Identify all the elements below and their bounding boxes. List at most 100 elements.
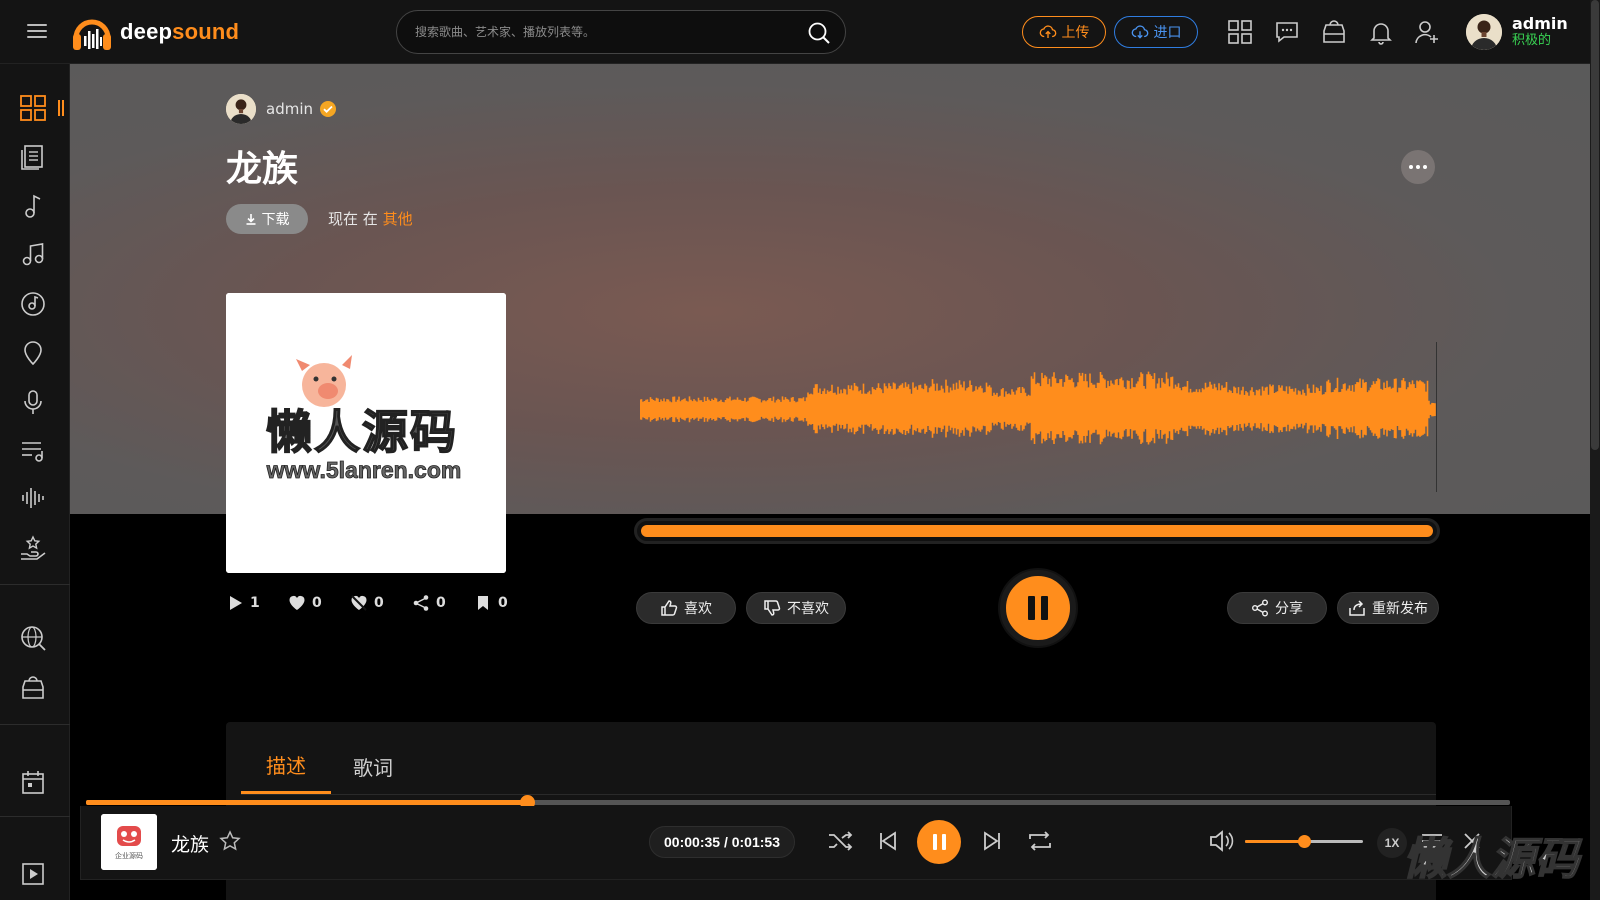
download-label: 下载 [261,212,290,228]
upload-label: 上传 [1061,25,1090,41]
dislike-label: 不喜欢 [787,601,829,617]
logo-word-sound: sound [172,19,240,44]
thumbs-up-icon [661,600,678,616]
volume-handle[interactable] [1298,835,1311,848]
page-title: 龙族 [226,149,299,190]
user-avatar [1466,14,1502,50]
share-label: 分享 [1275,601,1303,617]
sidebar-video-play-icon[interactable] [19,860,47,888]
scrollbar-thumb[interactable] [1591,0,1599,450]
logo[interactable]: deepsound [70,10,239,54]
grid-apps-icon[interactable] [1226,18,1254,46]
headphones-logo-icon [73,19,111,50]
repost-button[interactable]: 重新发布 [1337,592,1439,624]
likes-count: 0 [288,594,350,612]
play-count-icon [230,596,242,610]
category-link[interactable]: 其他 [383,210,413,228]
repeat-icon[interactable] [1025,826,1055,856]
sidebar-divider [0,584,70,585]
sidebar-music-note-icon[interactable] [19,192,47,220]
repost-icon [1349,600,1365,616]
user-status: 积极的 [1512,32,1552,48]
sidebar-microphone-icon[interactable] [19,388,47,416]
saves-value: 0 [498,595,508,611]
page-scrollbar[interactable] [1590,0,1600,900]
sidebar-album-icon[interactable] [19,290,47,318]
bell-icon[interactable] [1367,18,1395,46]
previous-track-icon[interactable] [873,826,903,856]
player-thumbnail-text: 企业源码 [115,851,143,860]
import-button[interactable]: 进口 [1114,16,1198,48]
tabs-divider [241,794,1436,795]
dislikes-value: 0 [374,595,384,611]
logo-word-deep: deep [120,19,173,44]
star-favorite-icon[interactable] [219,830,241,852]
share-icon [1252,599,1268,617]
share-button[interactable]: 分享 [1227,592,1327,624]
sidebar-divider [0,724,70,725]
volume-fill [1245,840,1304,843]
plays-count: 1 [226,594,288,612]
track-owner[interactable]: admin [226,94,337,124]
cloud-upload-icon [1039,25,1056,38]
user-name: admin [1512,14,1568,34]
saves-count: 0 [474,594,536,612]
heart-icon [289,595,305,610]
sidebar-discover-globe-icon[interactable] [19,624,47,652]
sidebar-library-icon[interactable] [19,142,47,170]
sidebar [0,64,70,900]
sidebar-location-pin-icon[interactable] [19,338,47,366]
player-time: 00:00:35 / 0:01:53 [649,826,795,858]
sidebar-music-notes-icon[interactable] [19,240,47,268]
sidebar-dashboard-icon[interactable] [19,94,47,122]
top-bar: deepsound 上传 进口 admin 积极的 [0,0,1590,64]
player-track-title: 龙族 [171,834,210,856]
track-progress-bar[interactable] [634,518,1440,544]
store-bag-icon[interactable] [1320,18,1348,46]
shares-count: 0 [412,594,474,612]
volume-icon[interactable] [1207,826,1237,856]
sidebar-store-bag-icon[interactable] [19,674,47,702]
player-thumbnail[interactable]: 企业源码 [101,814,157,870]
likes-value: 0 [312,595,322,611]
sidebar-waveform-icon[interactable] [19,484,47,512]
tab-lyrics[interactable]: 歌词 [338,738,408,794]
chat-icon[interactable] [1273,18,1301,46]
app-root: deepsound 上传 进口 admin 积极的 [0,0,1600,900]
hamburger-menu-icon[interactable] [22,20,52,44]
download-icon [246,214,255,225]
player-seek-fill [86,800,527,805]
logo-text: deepsound [120,19,239,45]
search-input[interactable] [415,11,795,53]
now-in-category: 现在 在 其他 [328,208,413,229]
sidebar-featured-hand-icon[interactable] [19,534,47,562]
dislike-button[interactable]: 不喜欢 [746,592,846,624]
main-pause-button[interactable] [1000,570,1076,646]
user-menu[interactable]: admin 积极的 [1466,12,1586,52]
search-box [396,10,846,54]
bottom-player: 企业源码 龙族 00:00:35 / 0:01:53 1X [80,806,1512,880]
track-cover-image: 懒人源码 www.5lanren.com [226,293,506,573]
broken-heart-icon [351,595,367,611]
download-button[interactable]: 下载 [226,204,308,234]
player-seek-bar[interactable] [86,795,1510,810]
player-pause-button[interactable] [917,820,961,864]
now-in-prefix: 现在 在 [328,210,378,228]
shuffle-icon[interactable] [825,826,855,856]
tab-description[interactable]: 描述 [241,738,331,794]
sidebar-calendar-icon[interactable] [19,768,47,796]
add-user-icon[interactable] [1413,18,1441,46]
bookmark-icon [478,596,488,610]
cloud-download-icon [1131,25,1148,39]
sidebar-playlist-icon[interactable] [19,436,47,464]
verified-badge-icon [320,101,336,117]
shares-value: 0 [436,595,446,611]
upload-button[interactable]: 上传 [1022,16,1106,48]
more-options-icon[interactable] [1401,150,1435,184]
volume-slider[interactable] [1245,835,1363,848]
audio-waveform[interactable] [640,340,1436,500]
like-button[interactable]: 喜欢 [636,592,736,624]
sidebar-divider [0,816,70,817]
search-icon[interactable] [807,21,831,45]
next-track-icon[interactable] [977,826,1007,856]
